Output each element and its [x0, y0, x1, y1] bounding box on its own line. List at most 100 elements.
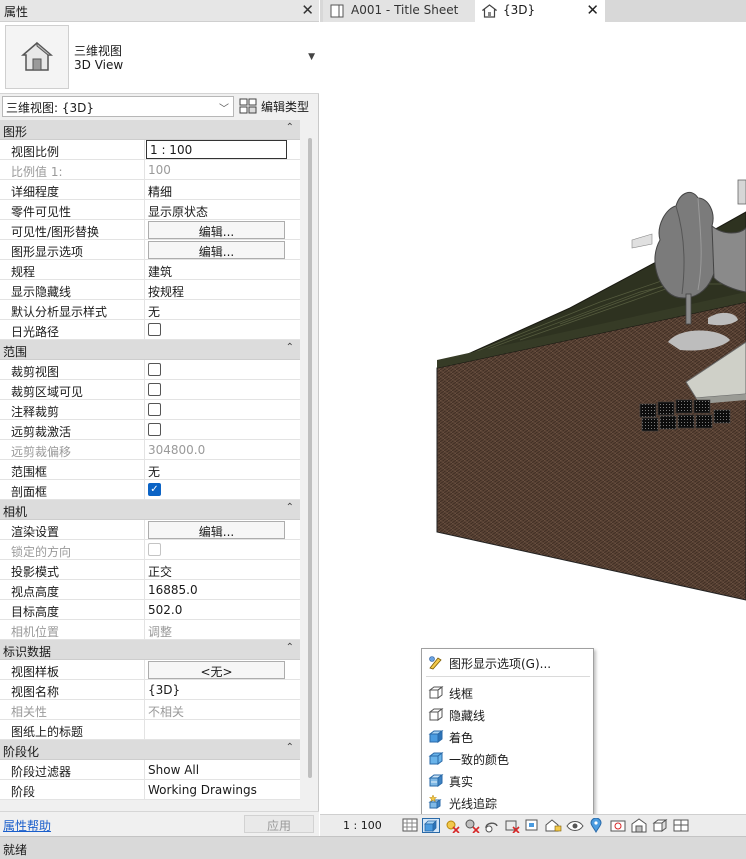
- prop-target-elevation[interactable]: 目标高度 502.0: [0, 600, 300, 620]
- section-identity-data[interactable]: 标识数据 ⌃: [0, 640, 300, 660]
- prop-value[interactable]: 显示原状态: [146, 200, 300, 220]
- analytical-model-icon[interactable]: [652, 818, 668, 833]
- properties-help-link[interactable]: 属性帮助: [3, 817, 51, 834]
- instance-filter-dropdown[interactable]: 三维视图: {3D} ﹀: [2, 96, 234, 117]
- crop-view-checkbox[interactable]: [148, 363, 161, 376]
- view-template-button[interactable]: <无>: [148, 661, 285, 679]
- graphic-display-edit-button[interactable]: 编辑...: [148, 241, 285, 259]
- close-icon[interactable]: ✕: [301, 1, 314, 19]
- scrollbar-thumb[interactable]: [308, 138, 312, 778]
- sun-path-checkbox[interactable]: [148, 323, 161, 336]
- detail-level-icon[interactable]: [402, 818, 418, 832]
- prop-value[interactable]: [146, 720, 300, 740]
- close-icon[interactable]: ✕: [586, 1, 599, 19]
- shaded-icon: [428, 730, 444, 743]
- show-crop-region-icon[interactable]: [524, 818, 540, 833]
- prop-projection-mode[interactable]: 投影模式 正交: [0, 560, 300, 580]
- prop-value[interactable]: 502.0: [146, 600, 300, 620]
- prop-value[interactable]: 正交: [146, 560, 300, 580]
- view-scale-button[interactable]: 1 : 100: [343, 819, 382, 832]
- render-icon[interactable]: [484, 818, 500, 833]
- prop-value[interactable]: Show All: [146, 760, 300, 780]
- prop-parts-visibility[interactable]: 零件可见性 显示原状态: [0, 200, 300, 220]
- prop-view-template[interactable]: 视图样板 <无>: [0, 660, 300, 680]
- section-graphics[interactable]: 图形 ⌃: [0, 120, 300, 140]
- visual-style-icon[interactable]: [422, 818, 440, 833]
- prop-section-box[interactable]: 剖面框 ✓: [0, 480, 300, 500]
- collapse-icon[interactable]: ⌃: [286, 122, 294, 133]
- prop-view-name[interactable]: 视图名称 {3D}: [0, 680, 300, 700]
- palette-scrollbar[interactable]: [305, 120, 315, 800]
- sun-path-off-icon[interactable]: [444, 818, 460, 833]
- prop-phase-filter[interactable]: 阶段过滤器 Show All: [0, 760, 300, 780]
- prop-crop-view[interactable]: 裁剪视图: [0, 360, 300, 380]
- prop-sun-path[interactable]: 日光路径: [0, 320, 300, 340]
- prop-value[interactable]: 16885.0: [146, 580, 300, 600]
- prop-view-scale[interactable]: 视图比例 1 : 100: [0, 140, 300, 160]
- menu-item-ray-trace[interactable]: 光线追踪: [423, 792, 593, 813]
- reveal-hidden-icon[interactable]: [610, 818, 626, 833]
- menu-item-graphic-display-options[interactable]: 图形显示选项(G)...: [423, 652, 593, 673]
- prop-value[interactable]: Working Drawings: [146, 780, 300, 800]
- house-icon: [482, 4, 497, 18]
- prop-title-on-sheet[interactable]: 图纸上的标题: [0, 720, 300, 740]
- apply-button[interactable]: 应用: [244, 815, 314, 833]
- section-extents[interactable]: 范围 ⌃: [0, 340, 300, 360]
- prop-scope-box[interactable]: 范围框 无: [0, 460, 300, 480]
- shadows-off-icon[interactable]: [464, 818, 480, 833]
- prop-value[interactable]: {3D}: [146, 680, 300, 700]
- prop-value[interactable]: 精细: [146, 180, 300, 200]
- prop-hidden-lines[interactable]: 显示隐藏线 按规程: [0, 280, 300, 300]
- highlight-displacement-icon[interactable]: [672, 818, 690, 833]
- prop-graphic-display[interactable]: 图形显示选项 编辑...: [0, 240, 300, 260]
- prop-analysis-style[interactable]: 默认分析显示样式 无: [0, 300, 300, 320]
- prop-value[interactable]: 无: [146, 300, 300, 320]
- location-pin-icon[interactable]: [590, 818, 602, 833]
- collapse-icon[interactable]: ⌃: [286, 342, 294, 353]
- chevron-down-icon[interactable]: ▼: [308, 52, 315, 62]
- prop-vg-overrides[interactable]: 可见性/图形替换 编辑...: [0, 220, 300, 240]
- temporary-hide-icon[interactable]: [566, 818, 584, 833]
- type-selector[interactable]: 三维视图 3D View ▼: [0, 22, 319, 94]
- prop-name: 远剪裁偏移: [0, 440, 145, 460]
- menu-item-consistent-colors[interactable]: 一致的颜色: [423, 748, 593, 769]
- menu-item-hidden-line[interactable]: 隐藏线: [423, 704, 593, 725]
- prop-annotation-crop[interactable]: 注释裁剪: [0, 400, 300, 420]
- prop-value: 1 : 100: [146, 140, 287, 159]
- prop-name: 视图样板: [0, 660, 145, 680]
- unlocked-3d-view-icon[interactable]: [544, 818, 562, 833]
- section-camera[interactable]: 相机 ⌃: [0, 500, 300, 520]
- menu-item-label: 隐藏线: [449, 709, 486, 723]
- section-box-checkbox[interactable]: ✓: [148, 483, 161, 496]
- prop-value-cell: [146, 420, 300, 440]
- prop-value[interactable]: 无: [146, 460, 300, 480]
- far-clip-checkbox[interactable]: [148, 423, 161, 436]
- crop-region-visible-checkbox[interactable]: [148, 383, 161, 396]
- prop-render-settings[interactable]: 渲染设置 编辑...: [0, 520, 300, 540]
- prop-phase[interactable]: 阶段 Working Drawings: [0, 780, 300, 800]
- menu-item-wireframe[interactable]: 线框: [423, 682, 593, 703]
- annotation-crop-checkbox[interactable]: [148, 403, 161, 416]
- prop-name: 阶段过滤器: [0, 760, 145, 780]
- edit-type-button[interactable]: 编辑类型: [239, 96, 317, 117]
- prop-value[interactable]: 建筑: [146, 260, 300, 280]
- menu-item-realistic[interactable]: 真实: [423, 770, 593, 791]
- collapse-icon[interactable]: ⌃: [286, 502, 294, 513]
- prop-value[interactable]: 按规程: [146, 280, 300, 300]
- collapse-icon[interactable]: ⌃: [286, 642, 294, 653]
- prop-detail-level[interactable]: 详细程度 精细: [0, 180, 300, 200]
- collapse-icon[interactable]: ⌃: [286, 742, 294, 753]
- crop-view-icon[interactable]: [504, 818, 520, 833]
- prop-eye-elevation[interactable]: 视点高度 16885.0: [0, 580, 300, 600]
- vg-edit-button[interactable]: 编辑...: [148, 221, 285, 239]
- menu-item-shaded[interactable]: 着色: [423, 726, 593, 747]
- prop-discipline[interactable]: 规程 建筑: [0, 260, 300, 280]
- prop-crop-region-visible[interactable]: 裁剪区域可见: [0, 380, 300, 400]
- prop-far-clip-active[interactable]: 远剪裁激活: [0, 420, 300, 440]
- tab-a001-title-sheet[interactable]: A001 - Title Sheet: [323, 0, 475, 22]
- view-scale-input[interactable]: 1 : 100: [146, 140, 300, 160]
- worksharing-icon[interactable]: [630, 818, 648, 833]
- tab-3d-view[interactable]: {3D} ✕: [475, 0, 605, 22]
- render-settings-edit-button[interactable]: 编辑...: [148, 521, 285, 539]
- section-phasing[interactable]: 阶段化 ⌃: [0, 740, 300, 760]
